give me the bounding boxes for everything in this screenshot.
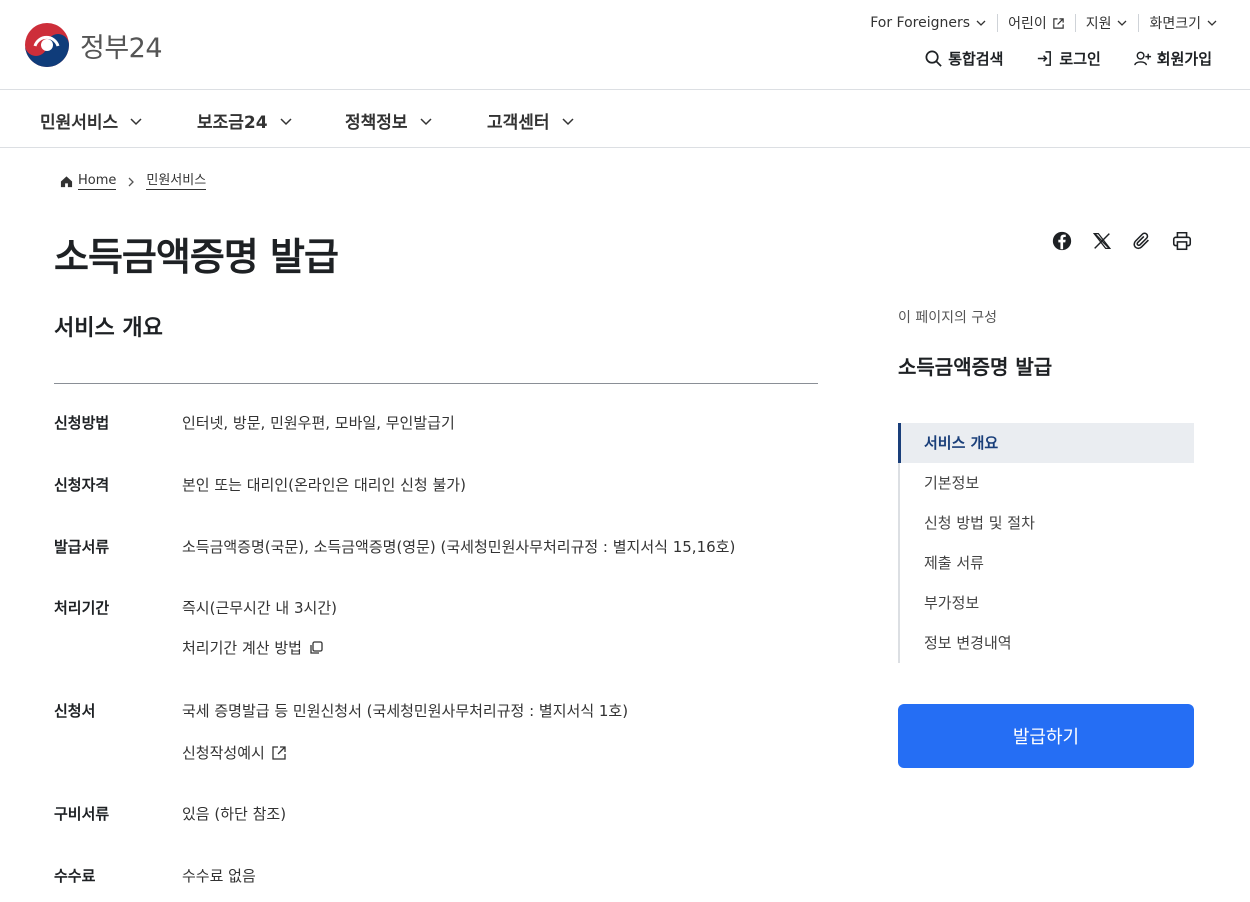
government-emblem-icon: [25, 23, 69, 67]
site-logo[interactable]: 정부24: [24, 22, 163, 68]
breadcrumb: Home 민원서비스: [60, 173, 207, 190]
info-label: 신청서: [54, 702, 96, 720]
site-header: 정부24 For Foreigners 어린이 지원 화면크기 통합검색 로그인: [0, 0, 1250, 90]
chevron-down-icon: [976, 20, 986, 26]
section-divider: [54, 383, 818, 384]
chevron-down-icon: [1207, 20, 1217, 26]
x-icon: [1092, 233, 1112, 249]
processing-time-calc-label: 처리기간 계산 방법: [182, 639, 302, 657]
info-value: 인터넷, 방문, 민원우편, 모바일, 무인발급기: [182, 414, 455, 432]
search-icon: [925, 50, 942, 67]
info-value: 본인 또는 대리인(온라인은 대리인 신청 불가): [182, 476, 466, 494]
info-value: 있음 (하단 참조): [182, 805, 287, 823]
info-label: 수수료: [54, 867, 96, 885]
toc-item-application-procedure[interactable]: 신청 방법 및 절차: [900, 503, 1194, 543]
gnb-item-civil-service[interactable]: 민원서비스: [40, 108, 144, 133]
info-value: 국세 증명발급 등 민원신청서 (국세청민원사무처리규정 : 별지서식 1호): [182, 702, 629, 720]
breadcrumb-civil-service[interactable]: 민원서비스: [146, 173, 207, 190]
issue-button[interactable]: 발급하기: [898, 704, 1194, 768]
utility-nav: For Foreigners 어린이 지원 화면크기: [860, 14, 1218, 32]
logo-text: 정부24: [80, 32, 163, 64]
gnb-item-policy[interactable]: 정책정보: [345, 108, 434, 133]
processing-time-calc-button[interactable]: 처리기간 계산 방법: [182, 637, 324, 658]
main-navigation: 민원서비스 보조금24 정책정보 고객센터: [0, 91, 1250, 148]
signup-label: 회원가입: [1156, 50, 1212, 68]
gnb-item-subsidy[interactable]: 보조금24: [197, 108, 294, 133]
info-label: 신청자격: [54, 476, 110, 494]
chevron-right-icon: [128, 177, 135, 186]
info-label: 신청방법: [54, 414, 110, 432]
add-user-icon: [1133, 51, 1151, 66]
copy-link-button[interactable]: [1130, 229, 1154, 253]
header-actions: 통합검색 로그인 회원가입: [892, 48, 1212, 69]
gnb-label: 정책정보: [345, 113, 408, 133]
toc-caption: 이 페이지의 구성: [898, 310, 998, 326]
printer-icon: [1172, 231, 1192, 251]
facebook-icon: [1052, 231, 1072, 251]
toc-item-submission-documents[interactable]: 제출 서류: [900, 543, 1194, 583]
support-menu[interactable]: 지원: [1074, 14, 1139, 32]
info-label: 발급서류: [54, 538, 110, 556]
toc-title: 소득금액증명 발급: [898, 355, 1053, 379]
paperclip-icon: [1133, 232, 1149, 250]
info-value: 소득금액증명(국문), 소득금액증명(영문) (국세청민원사무처리규정 : 별지…: [182, 538, 736, 556]
x-share-button[interactable]: [1090, 229, 1114, 253]
for-foreigners-menu[interactable]: For Foreigners: [860, 14, 997, 32]
external-link-icon: [272, 745, 286, 760]
print-button[interactable]: [1170, 229, 1194, 253]
search-label: 통합검색: [948, 50, 1004, 68]
table-of-contents: 서비스 개요 기본정보 신청 방법 및 절차 제출 서류 부가정보 정보 변경내…: [898, 423, 1194, 663]
popup-window-icon: [310, 640, 323, 654]
chevron-down-icon: [280, 117, 292, 125]
kids-label: 어린이: [1008, 16, 1047, 32]
info-label: 구비서류: [54, 805, 110, 823]
signup-button[interactable]: 회원가입: [1133, 48, 1212, 69]
form-example-link[interactable]: 신청작성예시: [182, 742, 287, 763]
for-foreigners-label: For Foreigners: [870, 15, 971, 31]
chevron-down-icon: [130, 117, 142, 125]
toc-item-basic-info[interactable]: 기본정보: [900, 463, 1194, 503]
login-button[interactable]: 로그인: [1035, 48, 1101, 69]
screen-size-label: 화면크기: [1149, 16, 1201, 32]
share-tools: [1034, 229, 1194, 253]
login-label: 로그인: [1059, 50, 1101, 68]
page-title: 소득금액증명 발급: [54, 235, 339, 279]
toc-item-additional-info[interactable]: 부가정보: [900, 583, 1194, 623]
section-title: 서비스 개요: [54, 316, 163, 341]
facebook-share-button[interactable]: [1050, 229, 1074, 253]
chevron-down-icon: [562, 117, 574, 125]
search-button[interactable]: 통합검색: [924, 48, 1003, 69]
info-value: 즉시(근무시간 내 3시간): [182, 599, 337, 617]
form-example-label: 신청작성예시: [182, 744, 265, 762]
toc-item-change-history[interactable]: 정보 변경내역: [900, 623, 1194, 663]
gnb-label: 보조금24: [197, 113, 268, 133]
toc-item-service-overview[interactable]: 서비스 개요: [898, 423, 1194, 463]
breadcrumb-home[interactable]: Home: [78, 173, 117, 190]
chevron-down-icon: [420, 117, 432, 125]
gnb-label: 민원서비스: [40, 113, 119, 133]
screen-size-menu[interactable]: 화면크기: [1138, 14, 1218, 32]
gnb-label: 고객센터: [487, 113, 550, 133]
login-icon: [1038, 51, 1052, 66]
info-label: 처리기간: [54, 599, 110, 617]
home-icon: [60, 176, 73, 188]
gnb-item-customer-center[interactable]: 고객센터: [487, 108, 576, 133]
info-value: 수수료 없음: [182, 867, 256, 885]
support-label: 지원: [1085, 16, 1112, 32]
external-link-icon: [1052, 17, 1064, 29]
kids-link[interactable]: 어린이: [997, 14, 1075, 32]
chevron-down-icon: [1118, 20, 1127, 26]
